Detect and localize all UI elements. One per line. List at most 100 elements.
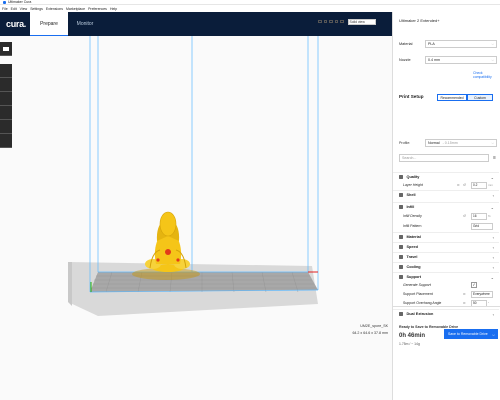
view-front-icon[interactable] bbox=[323, 19, 327, 24]
check-compatibility-link[interactable]: Check compatibility bbox=[473, 71, 500, 79]
build-volume-outline bbox=[89, 36, 319, 293]
category-cooling[interactable]: Cooling ‹ bbox=[393, 262, 499, 271]
category-support[interactable]: Support ⌄ bbox=[393, 272, 499, 281]
build-volume-scene bbox=[68, 36, 319, 316]
cooling-icon bbox=[399, 265, 403, 269]
category-infill[interactable]: Infill ⌄ bbox=[393, 202, 499, 211]
chevron-down-icon: ⌵ bbox=[491, 58, 494, 62]
chevron-left-icon: ‹ bbox=[492, 234, 494, 240]
chevron-left-icon: ‹ bbox=[492, 192, 494, 198]
menu-edit[interactable]: Edit bbox=[11, 7, 17, 11]
chevron-down-icon: ⌵ bbox=[491, 42, 494, 46]
profile-label: Profile: bbox=[399, 141, 411, 145]
overhang-angle-unit: ° bbox=[488, 301, 490, 306]
menu-preferences[interactable]: Preferences bbox=[88, 7, 107, 11]
infill-density-unit: % bbox=[488, 214, 491, 219]
printer-selector[interactable]: Ultimaker 2 Extended+ bbox=[392, 12, 500, 36]
infill-density-input[interactable]: 16 bbox=[471, 213, 487, 220]
build-plate[interactable] bbox=[90, 272, 318, 292]
category-travel-label: Travel bbox=[406, 255, 418, 259]
view-3d-icon[interactable] bbox=[318, 19, 322, 24]
custom-mode-button[interactable]: Custom bbox=[467, 94, 493, 101]
rotate-tool-button[interactable] bbox=[0, 92, 12, 106]
category-quality[interactable]: Quality ⌄ bbox=[393, 172, 499, 181]
material-usage: 1.75m / ~ 14g bbox=[399, 342, 420, 346]
layer-height-input[interactable]: 0.2 bbox=[471, 182, 487, 189]
link-icon: ∞ bbox=[457, 183, 460, 188]
material-label: Material bbox=[399, 42, 413, 46]
support-placement-label: Support Placement bbox=[403, 292, 433, 297]
category-dual-extrusion-label: Dual Extrusion bbox=[406, 312, 434, 316]
save-button-label: Save to Removable Drive bbox=[448, 332, 488, 336]
tab-monitor[interactable]: Monitor bbox=[68, 12, 102, 36]
open-file-button[interactable] bbox=[0, 42, 12, 56]
category-travel[interactable]: Travel ‹ bbox=[393, 252, 499, 261]
category-material-label: Material bbox=[406, 235, 421, 239]
setting-support-placement: Support Placement ∞ Everywhere bbox=[393, 290, 499, 299]
category-speed[interactable]: Speed ‹ bbox=[393, 242, 499, 251]
category-shell[interactable]: Shell ‹ bbox=[393, 190, 499, 199]
per-model-settings-button[interactable] bbox=[0, 120, 12, 134]
move-tool-button[interactable] bbox=[0, 64, 12, 78]
tab-prepare[interactable]: Prepare bbox=[30, 12, 68, 36]
scale-tool-button[interactable] bbox=[0, 78, 12, 92]
build-viewport[interactable] bbox=[12, 36, 392, 400]
quality-icon bbox=[399, 175, 403, 179]
recommended-mode-button[interactable]: Recommended bbox=[437, 94, 467, 101]
chevron-down-icon: ⌵ bbox=[491, 141, 494, 145]
nozzle-select[interactable]: 0.4 mm ⌵ bbox=[425, 56, 497, 64]
support-placement-select[interactable]: Everywhere bbox=[471, 291, 493, 298]
settings-search-input[interactable]: Search... bbox=[399, 154, 489, 162]
nozzle-value: 0.4 mm bbox=[428, 58, 440, 62]
print-setup-title: Print Setup bbox=[399, 94, 424, 99]
folder-icon bbox=[3, 47, 9, 51]
menu-marketplace[interactable]: Marketplace bbox=[66, 7, 85, 11]
infill-pattern-select[interactable]: Grid bbox=[471, 223, 493, 230]
view-top-icon[interactable] bbox=[329, 19, 333, 24]
infill-icon bbox=[399, 205, 403, 209]
generate-support-checkbox[interactable]: ✓ bbox=[471, 282, 477, 289]
chevron-down-icon: ⌵ bbox=[491, 331, 495, 337]
view-right-icon[interactable] bbox=[340, 19, 344, 24]
save-to-drive-button[interactable]: Save to Removable Drive ⌵ bbox=[444, 329, 498, 339]
setting-generate-support: Generate Support ✓ bbox=[393, 281, 499, 290]
left-toolbar bbox=[0, 36, 12, 400]
infill-pattern-label: Infill Pattern bbox=[403, 224, 422, 229]
layer-height-label: Layer Height bbox=[403, 183, 423, 188]
profile-select[interactable]: Normal - 0.15mm ⌵ bbox=[425, 139, 497, 147]
mirror-tool-button[interactable] bbox=[0, 106, 12, 120]
hamburger-menu-icon[interactable]: ≡ bbox=[493, 155, 496, 161]
menu-file[interactable]: File bbox=[2, 7, 8, 11]
printer-name: Ultimaker 2 Extended+ bbox=[399, 18, 440, 23]
view-left-icon[interactable] bbox=[334, 19, 338, 24]
category-dual-extrusion[interactable]: Dual Extrusion ‹ bbox=[393, 309, 499, 318]
link-icon: ∞ bbox=[463, 301, 466, 306]
menu-bar: File Edit View Settings Extensions Marke… bbox=[0, 5, 500, 12]
menu-extensions[interactable]: Extensions bbox=[46, 7, 63, 11]
category-cooling-label: Cooling bbox=[406, 265, 421, 269]
category-quality-label: Quality bbox=[406, 175, 420, 179]
view-mode-select[interactable]: Solid view bbox=[347, 18, 376, 25]
infill-density-label: Infill Density bbox=[403, 214, 422, 219]
window-title: Ultimaker Cura bbox=[8, 0, 32, 4]
menu-view[interactable]: View bbox=[20, 7, 28, 11]
reset-icon[interactable]: ↺ bbox=[463, 183, 466, 187]
menu-help[interactable]: Help bbox=[110, 7, 117, 11]
profile-value: Normal bbox=[428, 141, 440, 145]
material-icon bbox=[399, 235, 403, 239]
setting-layer-height: Layer Height ∞ ↺ 0.2 mm bbox=[393, 181, 499, 190]
model-spore[interactable] bbox=[132, 211, 200, 280]
object-name: UM2E_spore_SK bbox=[360, 324, 388, 328]
category-infill-label: Infill bbox=[406, 205, 415, 209]
category-material[interactable]: Material ‹ bbox=[393, 232, 499, 241]
chevron-left-icon: ‹ bbox=[492, 254, 494, 260]
chevron-left-icon: ‹ bbox=[492, 311, 494, 317]
support-blocker-button[interactable] bbox=[0, 134, 12, 148]
material-select[interactable]: PLA ⌵ bbox=[425, 40, 497, 48]
view-controls: Solid view bbox=[318, 18, 376, 25]
reset-icon[interactable]: ↺ bbox=[463, 214, 466, 218]
category-speed-label: Speed bbox=[406, 245, 418, 249]
menu-settings[interactable]: Settings bbox=[30, 7, 43, 11]
cura-logo: cura. bbox=[0, 12, 32, 36]
material-value: PLA bbox=[428, 42, 435, 46]
